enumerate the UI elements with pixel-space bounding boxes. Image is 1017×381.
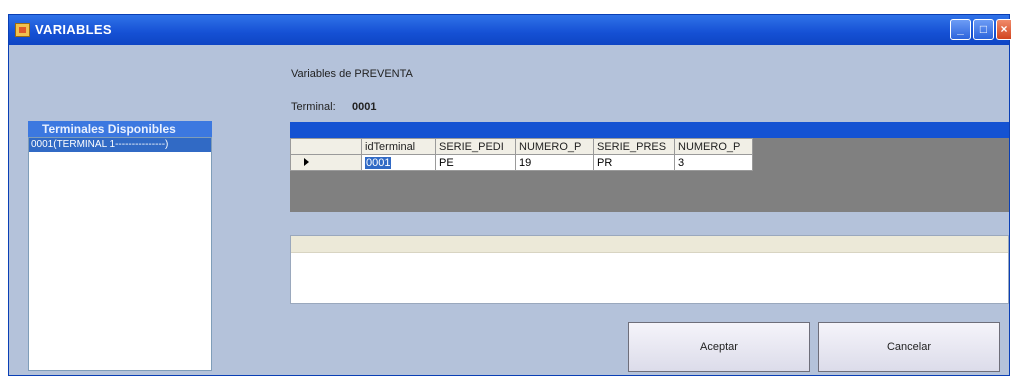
terminals-list-header: Terminales Disponibles [28,121,212,137]
grid-header-row: idTerminal SERIE_PEDI NUMERO_P SERIE_PRE… [290,138,753,155]
terminal-value: 0001 [352,101,377,113]
grid-cell[interactable]: 0001 [361,154,436,171]
close-button[interactable]: × [996,19,1011,40]
variables-window: VARIABLES _ □ × Variables de PREVENTA Te… [8,14,1011,377]
column-header[interactable]: idTerminal [361,138,436,155]
terminal-label: Terminal: [291,101,336,113]
column-header[interactable]: SERIE_PRES [593,138,675,155]
grid-cell[interactable]: 19 [515,154,594,171]
terminal-list-item[interactable]: 0001(TERMINAL 1---------------) [29,138,211,152]
heading-label: Variables de PREVENTA [291,68,413,80]
current-row-arrow-icon [304,157,309,166]
terminals-listbox[interactable]: 0001(TERMINAL 1---------------) [28,137,212,371]
grid-caption-bar [290,122,1009,138]
table-row[interactable]: 0001 PE 19 PR 3 [290,154,753,171]
variables-grid[interactable]: idTerminal SERIE_PEDI NUMERO_P SERIE_PRE… [290,122,1009,212]
row-selector[interactable] [290,154,362,171]
client-area: Variables de PREVENTA Terminal: 0001 Ter… [9,45,1009,377]
column-header[interactable]: NUMERO_P [674,138,753,155]
title-bar[interactable]: VARIABLES _ □ × [9,15,1011,45]
grid-corner-cell [290,138,362,155]
detail-panel [290,235,1009,304]
app-icon [15,23,30,37]
column-header[interactable]: NUMERO_P [515,138,594,155]
grid-cell[interactable]: 3 [674,154,753,171]
maximize-button[interactable]: □ [973,19,994,40]
grid-cell[interactable]: PE [435,154,516,171]
window-title: VARIABLES [35,22,112,37]
column-header[interactable]: SERIE_PEDI [435,138,516,155]
grid-cell[interactable]: PR [593,154,675,171]
accept-button[interactable]: Aceptar [628,322,810,372]
detail-panel-header [291,236,1008,253]
minimize-button[interactable]: _ [950,19,971,40]
cancel-button[interactable]: Cancelar [818,322,1000,372]
